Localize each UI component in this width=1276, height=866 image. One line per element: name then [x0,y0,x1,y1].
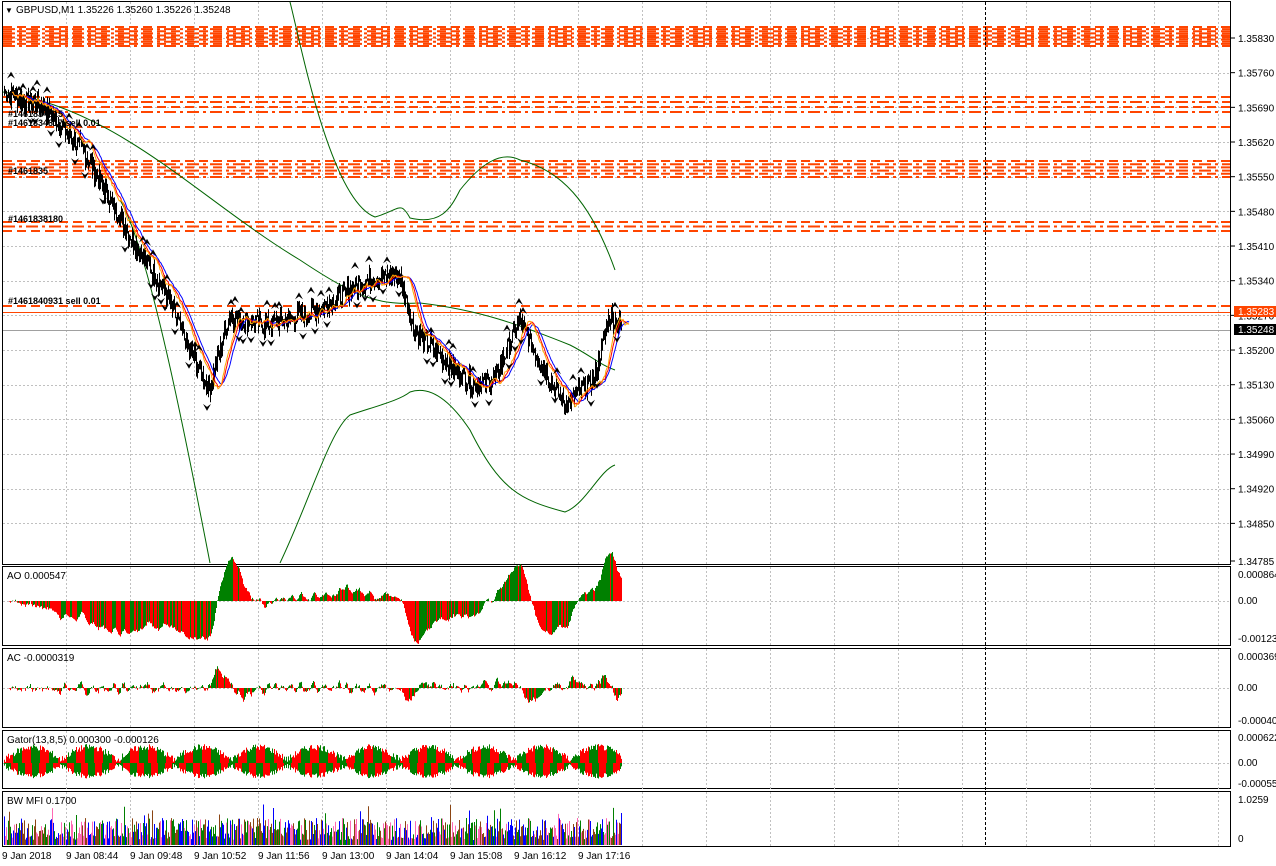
price-tick-label: 1.35480 [1238,207,1275,218]
price-tick-label: 1.35340 [1238,277,1275,288]
price-tick-label: 1.35200 [1238,346,1275,357]
ac-title: AC -0.0000319 [7,653,75,664]
price-axis[interactable]: 1.35830 1.35760 1.35690 1.35620 1.35550 1.354… [1230,34,1275,568]
ao-tick: 0.000864 [1238,570,1276,581]
gator-tick: 0.000622 [1238,733,1276,744]
time-label: 9 Jan 14:04 [386,851,439,862]
gator-title: Gator(13,8,5) 0.000300 -0.000126 [7,735,159,746]
ao-title: AO 0.000547 [7,571,66,582]
time-label: 9 Jan 11:56 [258,851,310,862]
order-price-text: 1.35283 [1238,307,1275,318]
symbol-header[interactable]: ▼ GBPUSD,M1 1.35226 1.35260 1.35226 1.35… [5,5,231,16]
price-tick-label: 1.35830 [1238,34,1275,45]
bwmfi-tick: 0 [1238,834,1244,845]
chart-canvas[interactable]: ▼ GBPUSD,M1 1.35226 1.35260 1.35226 1.35… [0,0,1276,866]
ac-tick: 0.000369 [1238,652,1276,663]
time-label: 9 Jan 10:52 [194,851,247,862]
price-tick-label: 1.35690 [1238,103,1275,114]
symbol-title: GBPUSD,M1 1.35226 1.35260 1.35226 1.3524… [16,5,231,16]
price-tick-label: 1.34920 [1238,485,1275,496]
time-label: 9 Jan 17:16 [578,851,631,862]
price-tick-label: 1.35760 [1238,69,1275,80]
terminal-chart-window[interactable]: ▼ GBPUSD,M1 1.35226 1.35260 1.35226 1.35… [0,0,1276,866]
gator-tick: 0.00 [1238,758,1258,769]
order-label: #1461835 [8,166,48,176]
ac-tick: -0.000401 [1238,716,1276,727]
price-badge-bid: 1.35248 [1234,324,1276,336]
bwmfi-tick: 1.0259 [1238,795,1269,806]
ao-tick: 0.00 [1238,596,1258,607]
order-label: #1461834817 sell 0.01 [8,118,101,128]
ao-tick: -0.001239 [1238,634,1276,645]
price-tick-label: 1.34785 [1238,557,1275,568]
price-tick-label: 1.35620 [1238,138,1275,149]
bid-price-text: 1.35248 [1238,325,1275,336]
gator-tick: -0.000557 [1238,779,1276,790]
time-label: 9 Jan 09:48 [130,851,183,862]
price-tick-label: 1.35550 [1238,173,1275,184]
price-tick-label: 1.34990 [1238,450,1275,461]
time-label: 9 Jan 15:08 [450,851,503,862]
order-label: #1461838180 [8,214,63,224]
time-label: 9 Jan 2018 [2,851,52,862]
time-axis[interactable]: 9 Jan 2018 9 Jan 08:44 9 Jan 09:48 9 Jan… [2,851,631,862]
bwmfi-title: BW MFI 0.1700 [7,796,77,807]
price-tick-label: 1.34850 [1238,519,1275,530]
time-label: 9 Jan 16:12 [514,851,567,862]
time-label: 9 Jan 08:44 [66,851,119,862]
ac-tick: 0.00 [1238,683,1258,694]
order-label: #1461840931 sell 0.01 [8,296,101,306]
price-tick-label: 1.35410 [1238,242,1275,253]
price-badge-order: 1.35283 [1234,306,1276,318]
pane-frames [2,1,1231,847]
price-tick-label: 1.35060 [1238,415,1275,426]
price-tick-label: 1.35130 [1238,381,1275,392]
time-label: 9 Jan 13:00 [322,851,375,862]
header-arrow-icon[interactable]: ▼ [5,6,13,15]
